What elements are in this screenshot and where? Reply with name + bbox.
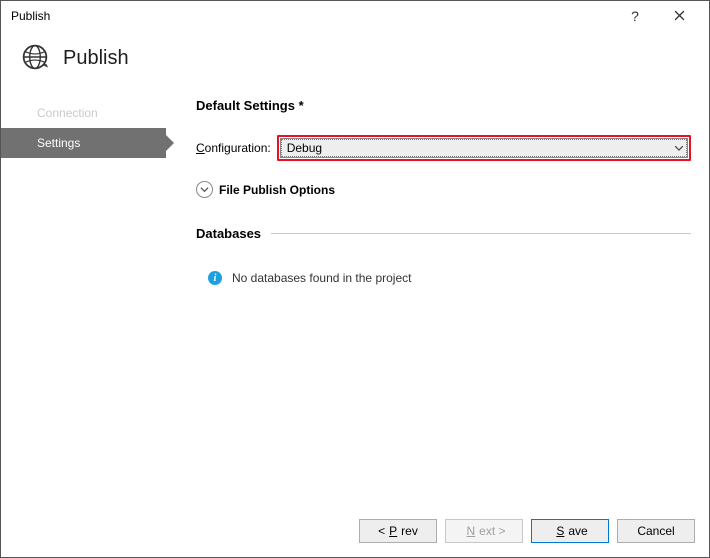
close-button[interactable] <box>657 1 701 31</box>
main-area: Connection Settings Default Settings * C… <box>1 94 709 513</box>
file-publish-options-expander[interactable]: File Publish Options <box>196 181 691 198</box>
close-icon <box>674 8 685 24</box>
help-icon: ? <box>631 8 639 24</box>
configuration-dropdown[interactable]: Debug <box>280 138 688 158</box>
sidebar: Connection Settings <box>1 94 166 513</box>
sidebar-item-settings[interactable]: Settings <box>1 128 166 158</box>
databases-heading-row: Databases <box>196 226 691 241</box>
globe-icon <box>21 43 49 74</box>
expander-label: File Publish Options <box>219 183 335 197</box>
databases-heading: Databases <box>196 226 261 241</box>
configuration-highlight: Debug <box>277 135 691 161</box>
sidebar-item-connection: Connection <box>1 98 166 128</box>
header-title: Publish <box>63 47 129 70</box>
dialog-footer: < Prev Next > Save Cancel <box>1 513 709 557</box>
sidebar-item-label: Connection <box>37 106 98 120</box>
configuration-row: Configuration: Debug <box>196 135 691 161</box>
window-title: Publish <box>11 9 613 23</box>
databases-info-text: No databases found in the project <box>232 271 411 285</box>
publish-dialog: Publish ? Publish Connection <box>0 0 710 558</box>
divider <box>271 233 691 234</box>
title-bar: Publish ? <box>1 1 709 31</box>
configuration-label: Configuration: <box>196 141 271 155</box>
info-icon: i <box>208 271 222 285</box>
dialog-header: Publish <box>1 31 709 94</box>
chevron-down-icon <box>200 183 209 197</box>
expander-button[interactable] <box>196 181 213 198</box>
cancel-label: Cancel <box>637 524 674 538</box>
cancel-button[interactable]: Cancel <box>617 519 695 543</box>
next-button: Next > <box>445 519 523 543</box>
prev-button[interactable]: < Prev <box>359 519 437 543</box>
sidebar-item-label: Settings <box>37 136 80 150</box>
save-button[interactable]: Save <box>531 519 609 543</box>
help-button[interactable]: ? <box>613 1 657 31</box>
chevron-down-icon <box>675 143 683 153</box>
configuration-value: Debug <box>287 141 322 155</box>
section-heading: Default Settings * <box>196 98 691 113</box>
content-panel: Default Settings * Configuration: Debug <box>166 94 709 513</box>
databases-info-row: i No databases found in the project <box>196 271 691 285</box>
